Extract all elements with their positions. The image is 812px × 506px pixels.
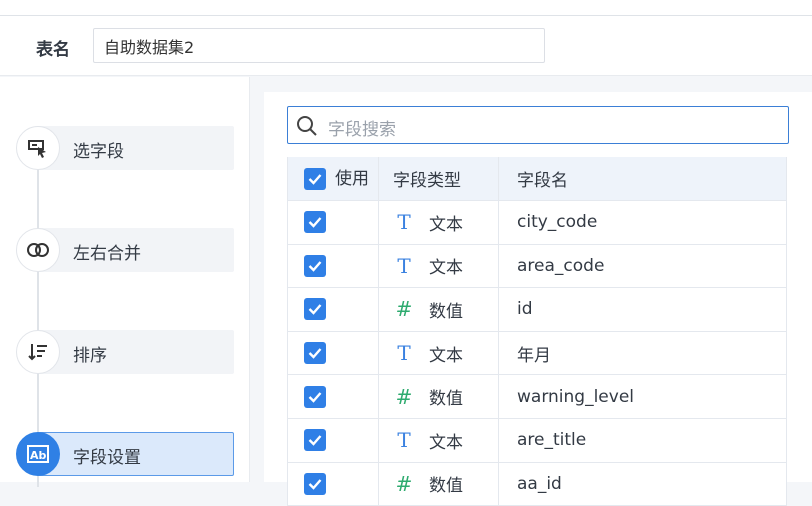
text-type-icon: T bbox=[397, 428, 411, 453]
step-label: 左右合并 bbox=[73, 244, 141, 264]
select-field-icon bbox=[16, 126, 60, 170]
field-name-cell[interactable]: aa_id bbox=[499, 462, 787, 506]
field-type-label: 数值 bbox=[429, 476, 463, 497]
table-header-row: 使用 字段类型 字段名 bbox=[287, 157, 787, 201]
field-name: are_title bbox=[517, 430, 587, 451]
use-checkbox[interactable] bbox=[304, 472, 326, 495]
number-type-icon: # bbox=[395, 471, 413, 496]
step-merge[interactable]: 左右合并 bbox=[16, 228, 234, 272]
field-settings-panel: 字段搜索 使用 字段类型 字段名 T 文本 city_code T 文本 area_cod… bbox=[264, 92, 812, 506]
select-all-checkbox[interactable] bbox=[304, 167, 326, 190]
text-type-icon: T bbox=[397, 341, 411, 366]
step-label: 排序 bbox=[73, 346, 107, 366]
text-type-icon: T bbox=[397, 210, 411, 235]
step-label: 选字段 bbox=[73, 142, 124, 162]
step-label: 字段设置 bbox=[73, 448, 141, 468]
field-name: aa_id bbox=[517, 473, 562, 494]
table-row: T 文本 area_code bbox=[287, 244, 787, 289]
field-type-cell[interactable]: T 文本 bbox=[379, 244, 499, 288]
field-name: 年月 bbox=[517, 345, 551, 366]
field-type-cell[interactable]: # 数值 bbox=[379, 375, 499, 418]
field-name-cell[interactable]: warning_level bbox=[499, 375, 787, 418]
field-type-label: 文本 bbox=[429, 258, 463, 279]
header: 表名 bbox=[0, 16, 812, 76]
field-name: warning_level bbox=[517, 386, 634, 407]
text-type-icon: T bbox=[397, 253, 411, 278]
field-search-input[interactable]: 字段搜索 bbox=[287, 106, 789, 144]
field-type-cell[interactable]: T 文本 bbox=[379, 201, 499, 244]
table-row: T 文本 are_title bbox=[287, 418, 787, 463]
top-bar bbox=[0, 0, 812, 16]
use-checkbox[interactable] bbox=[304, 254, 326, 277]
column-header-use: 使用 bbox=[335, 169, 369, 189]
number-type-icon: # bbox=[395, 297, 413, 322]
use-checkbox[interactable] bbox=[304, 342, 326, 365]
field-type-cell[interactable]: T 文本 bbox=[379, 418, 499, 462]
table-name-label: 表名 bbox=[36, 40, 70, 60]
sort-icon bbox=[16, 330, 60, 374]
table-row: # 数值 id bbox=[287, 288, 787, 332]
merge-icon bbox=[16, 228, 60, 272]
column-header-name: 字段名 bbox=[517, 171, 568, 191]
use-checkbox[interactable] bbox=[304, 385, 326, 408]
search-placeholder: 字段搜索 bbox=[328, 120, 396, 140]
field-type-label: 文本 bbox=[429, 214, 463, 235]
field-type-label: 数值 bbox=[429, 389, 463, 410]
step-select-fields[interactable]: 选字段 bbox=[16, 126, 234, 170]
use-checkbox[interactable] bbox=[304, 298, 326, 321]
field-name-cell[interactable]: area_code bbox=[499, 244, 787, 288]
step-sort[interactable]: 排序 bbox=[16, 330, 234, 374]
field-name-cell[interactable]: city_code bbox=[499, 201, 787, 244]
field-name: city_code bbox=[517, 212, 598, 233]
field-name-cell[interactable]: are_title bbox=[499, 418, 787, 462]
field-type-label: 数值 bbox=[429, 301, 463, 322]
field-settings-icon: Ab bbox=[16, 432, 60, 476]
use-checkbox[interactable] bbox=[304, 429, 326, 452]
field-name: area_code bbox=[517, 255, 605, 276]
search-icon bbox=[296, 115, 318, 141]
number-type-icon: # bbox=[395, 384, 413, 409]
table-row: T 文本 city_code bbox=[287, 201, 787, 245]
field-type-cell[interactable]: # 数值 bbox=[379, 462, 499, 506]
field-name-cell[interactable]: 年月 bbox=[499, 331, 787, 375]
table-row: # 数值 aa_id bbox=[287, 462, 787, 506]
step-sidebar: 选字段 左右合并 排序 Ab 字段设置 bbox=[0, 77, 250, 487]
field-name: id bbox=[517, 299, 533, 320]
step-field-settings[interactable]: Ab 字段设置 bbox=[16, 432, 234, 476]
table-row: T 文本 年月 bbox=[287, 331, 787, 376]
table-row: # 数值 warning_level bbox=[287, 375, 787, 419]
field-type-label: 文本 bbox=[429, 432, 463, 453]
field-table: 使用 字段类型 字段名 T 文本 city_code T 文本 area_code # 数值 i… bbox=[287, 157, 787, 506]
table-name-input[interactable] bbox=[93, 28, 545, 63]
field-name-cell[interactable]: id bbox=[499, 288, 787, 331]
use-checkbox[interactable] bbox=[304, 211, 326, 234]
column-header-type: 字段类型 bbox=[393, 171, 461, 191]
field-type-cell[interactable]: # 数值 bbox=[379, 288, 499, 331]
field-type-cell[interactable]: T 文本 bbox=[379, 331, 499, 375]
field-type-label: 文本 bbox=[429, 345, 463, 366]
svg-text:Ab: Ab bbox=[30, 449, 47, 462]
